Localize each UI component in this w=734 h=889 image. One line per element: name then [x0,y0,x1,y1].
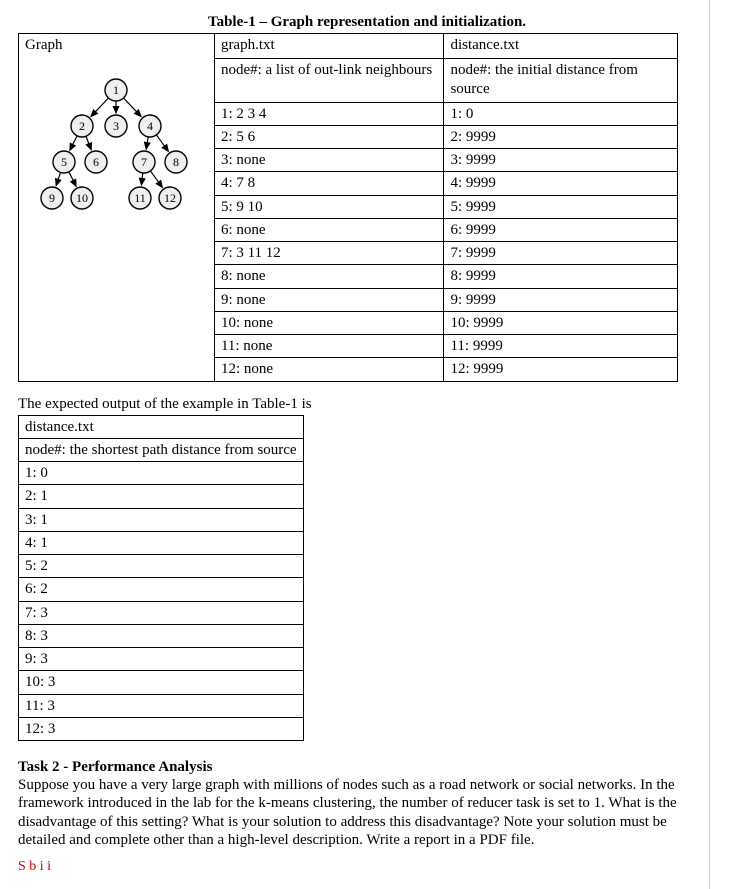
graph-row: 10: none [215,311,444,334]
graph-edge [151,170,163,187]
graph-edge [57,172,61,185]
graph-row: 3: none [215,148,444,171]
graph-edge [91,97,109,116]
output-row: 5: 2 [19,555,304,578]
graph-row: 9: none [215,288,444,311]
distance-row: 12: 9999 [444,357,677,380]
output-row: 7: 3 [19,601,304,624]
graph-edge [69,171,76,186]
graph-row: 8: none [215,264,444,287]
col-graph-header: Graph [19,34,214,58]
graph-node-label: 2 [79,119,85,133]
graph-edge [157,134,169,151]
output-row: 2: 1 [19,485,304,508]
output-row: 3: 1 [19,508,304,531]
output-row: 8: 3 [19,624,304,647]
graph-edge [147,136,149,148]
distance-row: 2: 9999 [444,125,677,148]
output-row: 12: 3 [19,717,304,740]
graph-node-label: 3 [113,119,119,133]
output-row: 11: 3 [19,694,304,717]
graph-node-label: 1 [113,83,119,97]
graph-node-label: 9 [49,191,55,205]
table2-output: distance.txt node#: the shortest path di… [18,415,304,742]
distance-row: 5: 9999 [444,195,677,218]
distance-row: 11: 9999 [444,334,677,357]
graph-node-label: 4 [147,119,153,133]
partial-red-text: S b i i [18,859,716,875]
graph-node-label: 10 [76,191,88,205]
table1: Graph 123456789101112 graph.txt node#: a… [18,33,678,382]
graph-edge [70,135,77,150]
graph-edge [124,97,142,116]
graph-node-label: 7 [141,155,147,169]
table1-title: Table-1 – Graph representation and initi… [18,14,716,31]
graph-row: 11: none [215,334,444,357]
output-row: 4: 1 [19,531,304,554]
task2-heading: Task 2 - Performance Analysis [18,759,716,776]
distance-row: 10: 9999 [444,311,677,334]
graph-node-label: 12 [164,191,176,205]
distance-row: 7: 9999 [444,241,677,264]
output-row: 6: 2 [19,578,304,601]
output-row: 1: 0 [19,462,304,485]
distance-row: 4: 9999 [444,171,677,194]
graph-row: 6: none [215,218,444,241]
col-mid-header: graph.txt node#: a list of out-link neig… [214,34,444,103]
graph-node-label: 11 [135,191,147,205]
output-row: 9: 3 [19,648,304,671]
distance-row: 6: 9999 [444,218,677,241]
graph-row: 12: none [215,357,444,380]
graph-edge [142,172,143,184]
distance-row: 1: 0 [444,103,677,125]
graph-diagram: 123456789101112 [28,74,204,216]
graph-row: 1: 2 3 4 [215,103,444,125]
graph-node-label: 6 [93,155,99,169]
expected-output-intro: The expected output of the example in Ta… [18,396,716,413]
graph-row: 7: 3 11 12 [215,241,444,264]
output-row: 10: 3 [19,671,304,694]
col-right-header: distance.txt node#: the initial distance… [444,34,678,103]
distance-row: 3: 9999 [444,148,677,171]
graph-edge [86,136,91,150]
task2-body: Suppose you have a very large graph with… [18,776,698,849]
out-header1: distance.txt [19,415,304,438]
distance-row: 9: 9999 [444,288,677,311]
distance-txt-rows: 1: 02: 99993: 99994: 99995: 99996: 99997… [444,102,678,381]
graph-node-label: 5 [61,155,67,169]
graph-row: 5: 9 10 [215,195,444,218]
graph-node-label: 8 [173,155,179,169]
distance-row: 8: 9999 [444,264,677,287]
out-header2: node#: the shortest path distance from s… [19,438,304,461]
graph-row: 4: 7 8 [215,171,444,194]
graph-cell: Graph 123456789101112 [19,34,215,382]
graph-txt-rows: 1: 2 3 42: 5 63: none4: 7 85: 9 106: non… [214,102,444,381]
graph-row: 2: 5 6 [215,125,444,148]
